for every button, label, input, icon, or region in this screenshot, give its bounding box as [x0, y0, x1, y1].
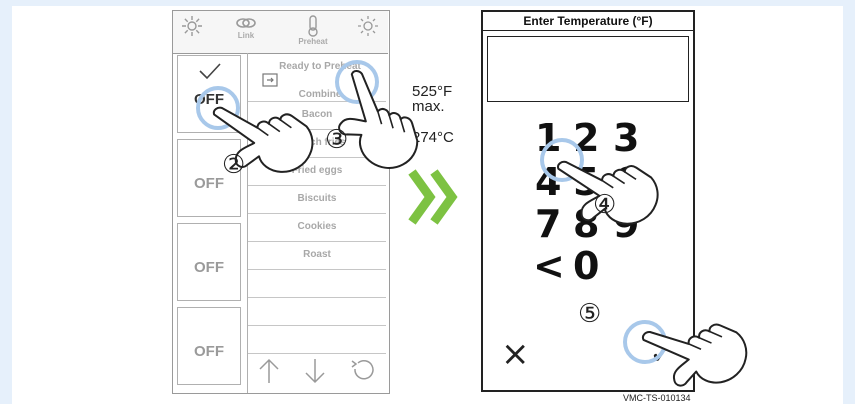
gesture-overlay: ② ③ ④ ⑤	[196, 60, 759, 404]
tap-hand-step-3	[332, 68, 429, 174]
tap-hand-step-5	[637, 286, 759, 404]
step-3-label: ③	[325, 125, 348, 155]
step-2-label: ②	[222, 150, 245, 180]
tap-hand-step-4	[552, 125, 669, 247]
step-5-label: ⑤	[578, 299, 601, 329]
step-4-label: ④	[593, 190, 616, 220]
